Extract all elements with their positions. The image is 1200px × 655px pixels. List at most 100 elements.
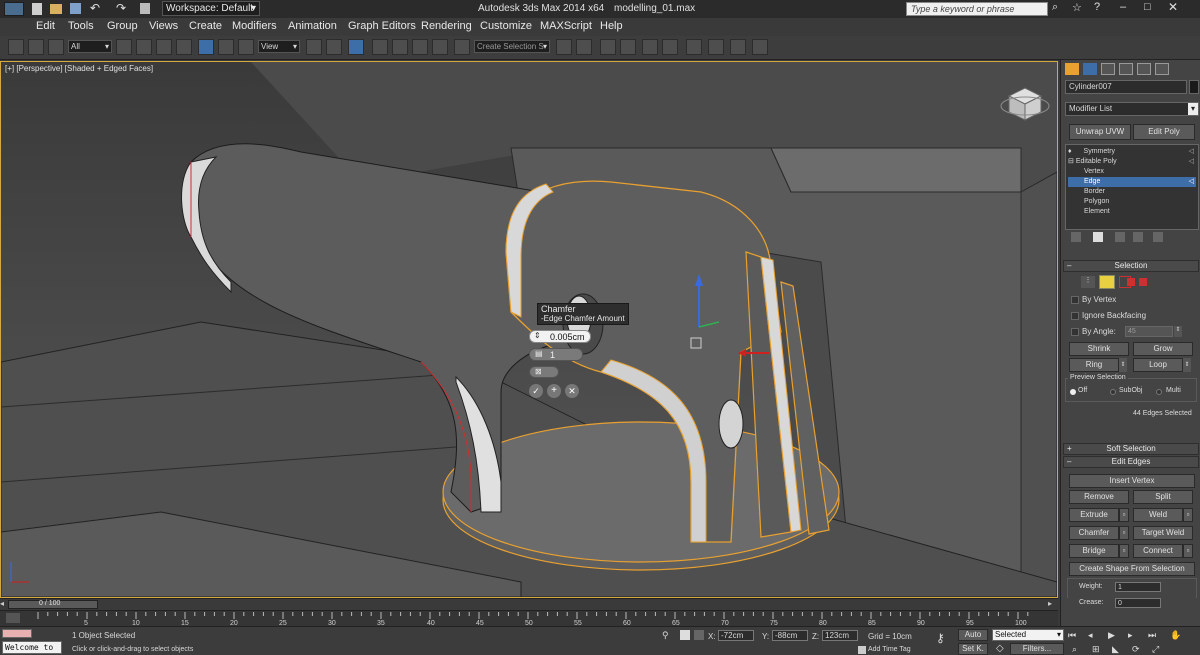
edit-edges-rollout-header[interactable]: – Edit Edges [1063, 456, 1199, 468]
maximize-viewport-icon[interactable]: ⤢ [1152, 644, 1159, 655]
loop-button[interactable]: Loop [1133, 358, 1183, 372]
select-and-manipulate-icon[interactable] [326, 39, 342, 55]
percent-snap-icon[interactable] [412, 39, 428, 55]
connect-settings-button[interactable]: ▫ [1183, 544, 1193, 558]
create-tab-icon[interactable] [1065, 63, 1079, 75]
rectangular-selection-icon[interactable] [156, 39, 172, 55]
soft-selection-rollout-header[interactable]: + Soft Selection [1063, 443, 1199, 455]
maxscript-listener-field[interactable]: Welcome to [2, 641, 62, 654]
stack-item-edge[interactable]: Edge ◁ [1068, 177, 1196, 187]
preview-multi-radio[interactable] [1156, 389, 1162, 395]
lock-selection-icon[interactable]: ⚲ [662, 630, 669, 641]
chevron-left-icon[interactable]: ◂ [0, 599, 4, 608]
redo-icon[interactable]: ↷ [116, 1, 126, 15]
chamfer-button[interactable]: Chamfer [1069, 526, 1119, 540]
chamfer-open-toggle[interactable]: ⊠ [529, 366, 559, 378]
angle-input[interactable]: 45 [1125, 326, 1173, 337]
stack-item-border[interactable]: Border [1084, 187, 1105, 197]
align-icon[interactable] [576, 39, 592, 55]
preview-off-radio[interactable] [1070, 389, 1076, 395]
menu-customize[interactable]: Customize [480, 20, 532, 32]
open-file-icon[interactable] [50, 4, 62, 14]
field-of-view-icon[interactable]: ◣ [1112, 644, 1119, 655]
select-and-scale-icon[interactable] [238, 39, 254, 55]
time-slider-handle[interactable]: 0 / 100 [8, 600, 98, 609]
object-color-swatch[interactable] [1189, 80, 1199, 94]
angle-spinner-icon[interactable]: ⇕ [1174, 326, 1182, 337]
menu-tools[interactable]: Tools [68, 20, 94, 32]
add-time-tag-icon[interactable] [858, 646, 866, 654]
zoom-all-icon[interactable]: ⊞ [1092, 644, 1100, 655]
chamfer-segments-field[interactable]: ▤ 1 [529, 348, 583, 361]
caddy-apply-button[interactable]: + [547, 384, 561, 398]
save-file-icon[interactable] [70, 3, 81, 14]
material-editor-icon[interactable] [686, 39, 702, 55]
menu-maxscript[interactable]: MAXScript [540, 20, 592, 32]
motion-tab-icon[interactable] [1119, 63, 1133, 75]
split-button[interactable]: Split [1133, 490, 1193, 504]
workspace-dropdown[interactable]: Workspace: Default ▾ [162, 1, 260, 16]
menu-modifiers[interactable]: Modifiers [232, 20, 277, 32]
select-object-icon[interactable] [116, 39, 132, 55]
edit-poly-button[interactable]: Edit Poly [1133, 124, 1195, 140]
next-frame-icon[interactable]: ▸ [1128, 630, 1133, 641]
render-production-icon[interactable] [752, 39, 768, 55]
help-icon[interactable]: ? [1094, 1, 1100, 13]
chamfer-settings-button[interactable]: ▫ [1119, 526, 1129, 540]
search-icon[interactable]: ⌕ [1052, 1, 1058, 14]
weld-settings-button[interactable]: ▫ [1183, 508, 1193, 522]
loop-spinner-icon[interactable]: ⇕ [1183, 358, 1191, 372]
weight-input[interactable]: 1 [1115, 582, 1161, 592]
stack-item-symmetry[interactable]: ♦ Symmetry ◁ [1068, 147, 1196, 157]
remove-modifier-icon[interactable] [1133, 232, 1143, 242]
close-icon[interactable]: ✕ [1168, 0, 1178, 14]
hold-icon[interactable] [140, 3, 150, 14]
menu-create[interactable]: Create [189, 20, 222, 32]
search-field[interactable]: Type a keyword or phrase [906, 2, 1048, 16]
render-setup-icon[interactable] [708, 39, 724, 55]
display-tab-icon[interactable] [1137, 63, 1151, 75]
ring-spinner-icon[interactable]: ⇕ [1119, 358, 1127, 372]
ignore-backfacing-checkbox[interactable] [1071, 312, 1079, 320]
pin-stack-icon[interactable] [1071, 232, 1081, 242]
goto-start-icon[interactable]: ⏮ [1068, 630, 1076, 641]
menu-rendering[interactable]: Rendering [421, 20, 472, 32]
time-slider[interactable]: 0 / 100 ◂ ▸ [0, 598, 1058, 610]
bridge-button[interactable]: Bridge [1069, 544, 1119, 558]
target-weld-button[interactable]: Target Weld [1133, 526, 1193, 540]
utilities-tab-icon[interactable] [1155, 63, 1169, 75]
edit-named-selection-icon[interactable] [454, 39, 470, 55]
menu-views[interactable]: Views [149, 20, 178, 32]
insert-vertex-button[interactable]: Insert Vertex [1069, 474, 1195, 488]
select-and-move-icon[interactable] [198, 39, 214, 55]
connect-button[interactable]: Connect [1133, 544, 1183, 558]
maxscript-listener-mini[interactable] [2, 629, 32, 638]
weld-button[interactable]: Weld [1133, 508, 1183, 522]
ring-button[interactable]: Ring [1069, 358, 1119, 372]
caddy-cancel-button[interactable]: ✕ [565, 384, 579, 398]
key-filters-button[interactable]: Filters... [1010, 643, 1064, 655]
previous-frame-icon[interactable]: ◂ [1088, 630, 1093, 641]
caddy-ok-button[interactable]: ✓ [529, 384, 543, 398]
stack-item-element[interactable]: Element [1084, 207, 1110, 217]
select-by-name-icon[interactable] [136, 39, 152, 55]
selection-rollout-header[interactable]: – Selection [1063, 260, 1199, 272]
x-coordinate-field[interactable]: -72cm [718, 630, 754, 641]
zoom-icon[interactable]: ⌕ [1072, 644, 1077, 655]
stack-item-vertex[interactable]: Vertex [1084, 167, 1104, 177]
unwrap-uvw-button[interactable]: Unwrap UVW [1069, 124, 1131, 140]
menu-graph-editors[interactable]: Graph Editors [348, 20, 416, 32]
add-time-tag[interactable]: Add Time Tag [868, 646, 911, 653]
auto-key-button[interactable]: Auto [958, 629, 988, 641]
bridge-settings-button[interactable]: ▫ [1119, 544, 1129, 558]
isolate-icon[interactable] [680, 630, 690, 640]
angle-snap-icon[interactable] [392, 39, 408, 55]
polygon-mode-icon[interactable] [1127, 278, 1135, 286]
remove-button[interactable]: Remove [1069, 490, 1129, 504]
curve-editor-icon[interactable] [642, 39, 658, 55]
schematic-view-icon[interactable] [662, 39, 678, 55]
key-icon[interactable]: ⚷ [936, 631, 945, 645]
collapse-icon[interactable]: ⊟ [1068, 158, 1074, 165]
make-unique-icon[interactable] [1115, 232, 1125, 242]
snaps-toggle-icon[interactable] [372, 39, 388, 55]
